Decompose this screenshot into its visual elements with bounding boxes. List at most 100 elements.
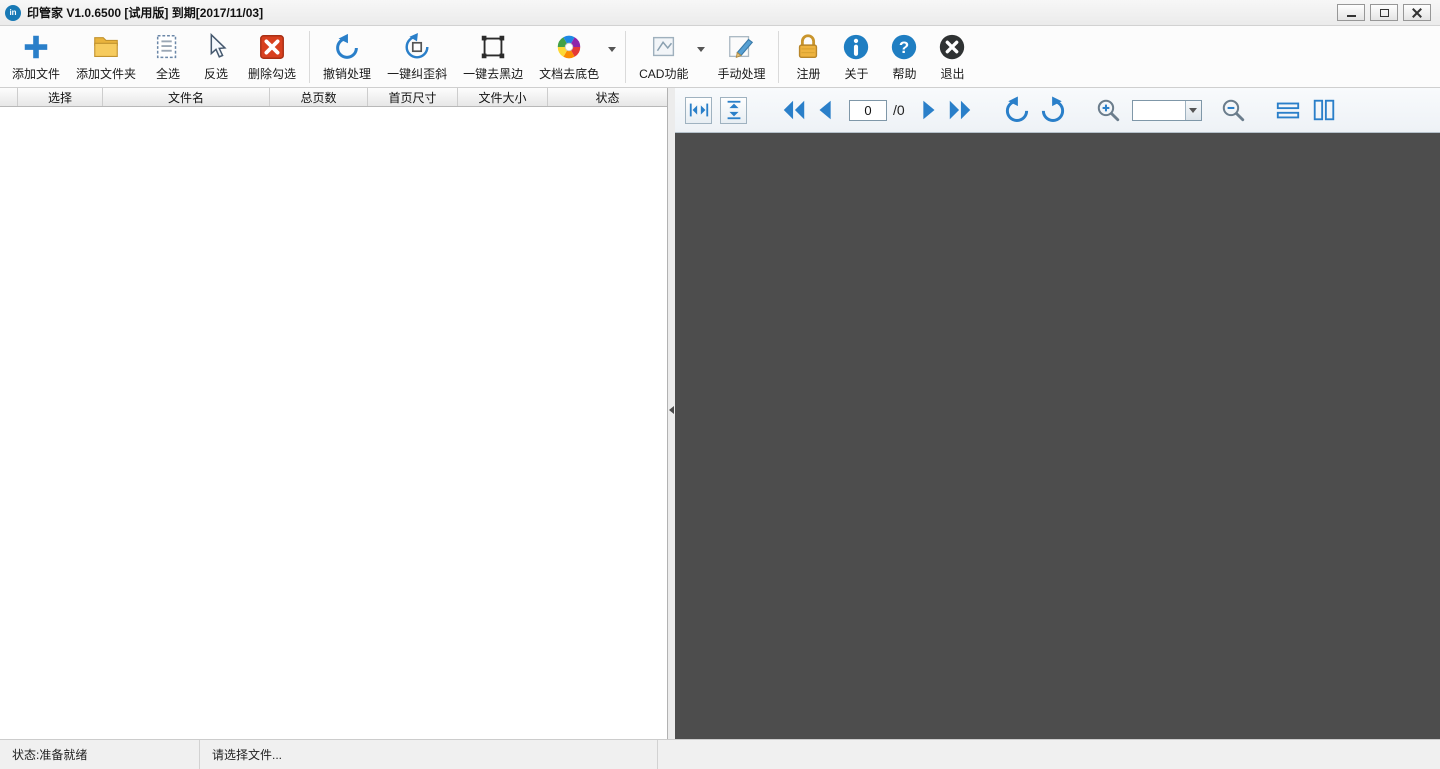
select-all-label: 全选 bbox=[156, 67, 181, 81]
main-area: 选择 文件名 总页数 首页尺寸 文件大小 状态 0 /0 bbox=[0, 88, 1440, 739]
title-bar: in 印管家 V1.0.6500 [试用版] 到期[2017/11/03] bbox=[0, 0, 1440, 26]
remove-black-edge-label: 一键去黑边 bbox=[463, 67, 524, 81]
delete-checked-label: 删除勾选 bbox=[248, 67, 297, 81]
zoom-in-button[interactable] bbox=[1095, 97, 1122, 124]
remove-background-dropdown[interactable] bbox=[607, 28, 620, 86]
file-table-header: 选择 文件名 总页数 首页尺寸 文件大小 状态 bbox=[0, 88, 667, 107]
chevron-down-icon bbox=[697, 47, 706, 52]
about-icon bbox=[840, 31, 872, 63]
remove-black-edge-button[interactable]: 一键去黑边 bbox=[455, 28, 531, 86]
cad-combo: CAD功能 bbox=[631, 28, 709, 86]
status-hint: 请选择文件... bbox=[200, 740, 658, 769]
file-table-body[interactable] bbox=[0, 107, 667, 739]
exit-button[interactable]: 退出 bbox=[928, 28, 976, 86]
remove-background-combo: 文档去底色 bbox=[531, 28, 620, 86]
status-text: 状态:准备就绪 bbox=[0, 740, 200, 769]
remove-background-icon bbox=[553, 31, 585, 63]
toolbar-separator bbox=[778, 30, 780, 83]
table-header-first-page-size[interactable]: 首页尺寸 bbox=[368, 88, 458, 106]
table-header-checkbox-col bbox=[0, 88, 18, 106]
first-page-button[interactable] bbox=[781, 97, 807, 123]
preview-canvas[interactable] bbox=[675, 133, 1440, 739]
manual-process-label: 手动处理 bbox=[717, 67, 766, 81]
help-icon: ? bbox=[888, 31, 920, 63]
rotate-left-button[interactable] bbox=[1003, 96, 1031, 124]
chevron-down-icon bbox=[1189, 107, 1198, 113]
add-file-button[interactable]: 添加文件 bbox=[4, 28, 68, 86]
delete-checked-icon bbox=[256, 31, 288, 63]
register-lock-icon bbox=[792, 31, 824, 63]
page-number-input[interactable] bbox=[849, 99, 887, 121]
facing-page-view-button[interactable] bbox=[1311, 97, 1337, 123]
window-title: 印管家 V1.0.6500 [试用版] 到期[2017/11/03] bbox=[27, 6, 264, 20]
chevron-down-icon bbox=[608, 47, 617, 52]
minimize-button[interactable] bbox=[1337, 4, 1365, 21]
next-page-button[interactable] bbox=[915, 97, 941, 123]
main-toolbar: 添加文件 添加文件夹 全选 反选 删除勾选 撤销处理 一键纠歪斜 一键去黑边 文… bbox=[0, 26, 1440, 88]
exit-icon bbox=[936, 31, 968, 63]
cad-dropdown[interactable] bbox=[696, 28, 709, 86]
add-file-label: 添加文件 bbox=[12, 67, 61, 81]
zoom-out-icon bbox=[1222, 99, 1244, 121]
fit-page-icon bbox=[727, 100, 740, 120]
last-page-button[interactable] bbox=[947, 97, 973, 123]
rotate-right-icon bbox=[1041, 96, 1064, 122]
close-button[interactable] bbox=[1403, 4, 1431, 21]
status-bar: 状态:准备就绪 请选择文件... bbox=[0, 739, 1440, 769]
zoom-dropdown-button[interactable] bbox=[1184, 100, 1201, 120]
fit-width-icon bbox=[689, 103, 708, 117]
fit-width-button[interactable] bbox=[685, 96, 712, 124]
cad-functions-button[interactable]: CAD功能 bbox=[631, 28, 696, 86]
fit-page-button[interactable] bbox=[720, 96, 747, 124]
single-page-view-button[interactable] bbox=[1275, 97, 1301, 123]
undo-process-button[interactable]: 撤销处理 bbox=[315, 28, 379, 86]
table-header-file-size[interactable]: 文件大小 bbox=[458, 88, 548, 106]
invert-selection-label: 反选 bbox=[204, 67, 229, 81]
deskew-button[interactable]: 一键纠歪斜 bbox=[379, 28, 455, 86]
table-header-filename[interactable]: 文件名 bbox=[103, 88, 270, 106]
invert-selection-button[interactable]: 反选 bbox=[192, 28, 240, 86]
add-folder-label: 添加文件夹 bbox=[76, 67, 137, 81]
preview-panel: /0 bbox=[675, 88, 1440, 739]
panel-splitter[interactable] bbox=[668, 88, 675, 739]
help-button[interactable]: ? 帮助 bbox=[880, 28, 928, 86]
remove-background-button[interactable]: 文档去底色 bbox=[531, 28, 607, 86]
preview-toolbar: /0 bbox=[675, 88, 1440, 133]
table-header-status[interactable]: 状态 bbox=[548, 88, 667, 106]
first-page-icon bbox=[783, 100, 805, 120]
remove-black-edge-icon bbox=[477, 31, 509, 63]
table-header-total-pages[interactable]: 总页数 bbox=[270, 88, 368, 106]
app-logo-icon: in bbox=[5, 4, 21, 21]
last-page-icon bbox=[949, 100, 970, 120]
exit-label: 退出 bbox=[940, 67, 965, 81]
close-icon bbox=[1412, 8, 1422, 18]
rotate-left-icon bbox=[1005, 96, 1028, 122]
invert-selection-icon bbox=[200, 31, 232, 63]
about-button[interactable]: 关于 bbox=[832, 28, 880, 86]
previous-page-button[interactable] bbox=[813, 97, 839, 123]
svg-text:?: ? bbox=[899, 38, 909, 57]
table-header-select[interactable]: 选择 bbox=[18, 88, 103, 106]
toolbar-separator bbox=[309, 30, 311, 83]
rotate-right-button[interactable] bbox=[1039, 96, 1067, 124]
manual-edit-icon bbox=[725, 31, 757, 63]
deskew-label: 一键纠歪斜 bbox=[387, 67, 448, 81]
register-button[interactable]: 注册 bbox=[784, 28, 832, 86]
deskew-icon bbox=[401, 31, 433, 63]
zoom-out-button[interactable] bbox=[1220, 97, 1247, 124]
undo-icon bbox=[331, 31, 363, 63]
delete-checked-button[interactable]: 删除勾选 bbox=[240, 28, 304, 86]
manual-process-button[interactable]: 手动处理 bbox=[709, 28, 773, 86]
register-label: 注册 bbox=[796, 67, 821, 81]
maximize-button[interactable] bbox=[1370, 4, 1398, 21]
cad-icon bbox=[648, 31, 680, 63]
facing-page-view-icon bbox=[1313, 99, 1334, 121]
zoom-combo bbox=[1131, 99, 1202, 121]
next-page-icon bbox=[923, 100, 935, 120]
cad-functions-label: CAD功能 bbox=[639, 67, 689, 81]
select-all-button[interactable]: 全选 bbox=[144, 28, 192, 86]
add-folder-button[interactable]: 添加文件夹 bbox=[68, 28, 144, 86]
zoom-level-input[interactable] bbox=[1132, 100, 1185, 120]
file-list-panel: 选择 文件名 总页数 首页尺寸 文件大小 状态 bbox=[0, 88, 668, 739]
remove-background-label: 文档去底色 bbox=[539, 67, 600, 81]
